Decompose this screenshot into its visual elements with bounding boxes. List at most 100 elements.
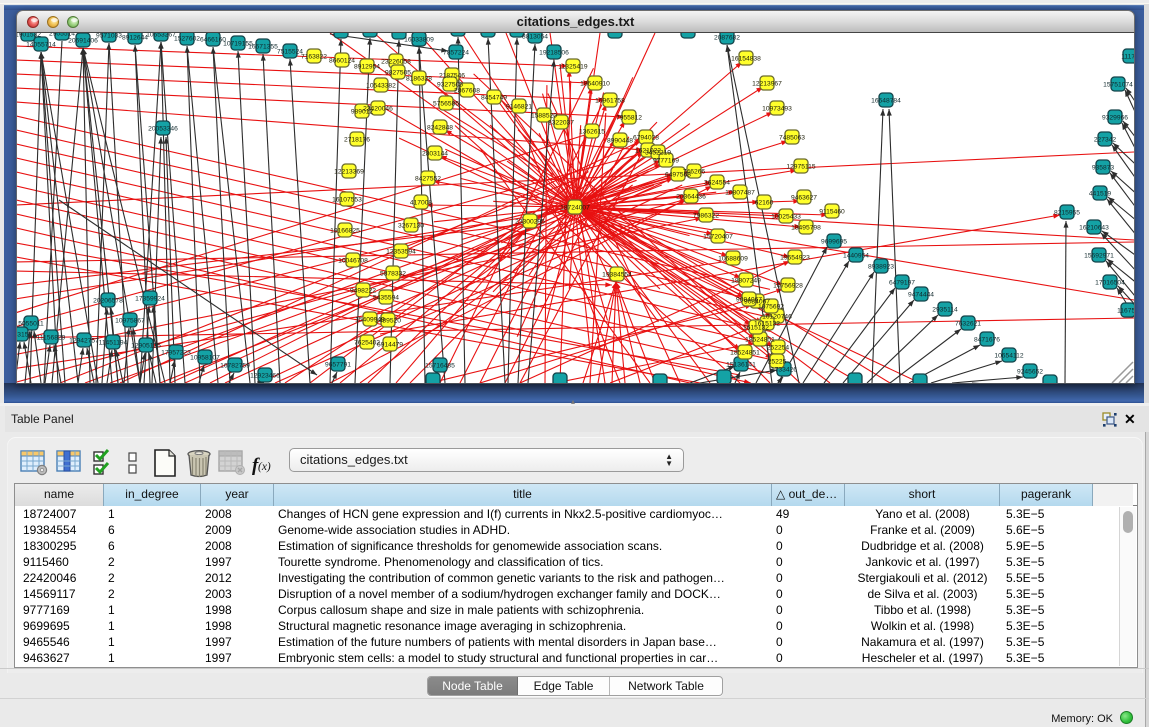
svg-text:8454749: 8454749 [481, 95, 507, 102]
svg-text:17957223: 17957223 [161, 350, 191, 357]
svg-text:10756928: 10756928 [773, 283, 803, 290]
svg-text:11156829: 11156829 [37, 335, 66, 342]
svg-text:10046708: 10046708 [338, 258, 368, 265]
svg-text:11325419: 11325419 [558, 64, 588, 71]
svg-text:9329966: 9329966 [1102, 115, 1128, 122]
svg-text:25225: 25225 [768, 359, 787, 366]
svg-text:8660124: 8660124 [329, 58, 355, 65]
svg-text:6914479: 6914479 [377, 342, 403, 349]
svg-text:7515524: 7515524 [277, 49, 303, 56]
svg-text:935873: 935873 [1092, 165, 1115, 172]
svg-text:(x): (x) [258, 461, 271, 473]
svg-text:9777169: 9777169 [653, 158, 679, 165]
svg-text:9084067: 9084067 [736, 297, 762, 304]
svg-text:19218506: 19218506 [539, 50, 569, 57]
svg-text:12353594: 12353594 [386, 249, 416, 256]
svg-text:11451194: 11451194 [99, 340, 128, 347]
svg-text:393157: 393157 [17, 332, 32, 339]
svg-text:9571033: 9571033 [96, 33, 122, 40]
svg-text:8471676: 8471676 [974, 337, 1000, 344]
svg-text:12213967: 12213967 [752, 81, 782, 88]
svg-text:23226058: 23226058 [381, 59, 411, 66]
svg-text:16210643: 16210643 [1079, 225, 1109, 232]
svg-text:2803144: 2803144 [422, 151, 448, 158]
svg-text:7986322: 7986322 [693, 213, 719, 220]
svg-text:17016504: 17016504 [1095, 280, 1125, 287]
svg-text:18807249: 18807249 [731, 278, 761, 285]
svg-text:18724007: 18724007 [560, 205, 590, 212]
svg-text:1615132: 1615132 [743, 325, 769, 332]
svg-text:23300295: 23300295 [515, 219, 545, 226]
svg-text:10654112: 10654112 [994, 353, 1024, 360]
svg-text:7955812: 7955812 [616, 115, 642, 122]
svg-text:1901532: 1901532 [17, 33, 41, 39]
svg-text:12905135: 12905135 [131, 343, 161, 350]
svg-text:1489520: 1489520 [375, 318, 401, 325]
svg-text:5878332: 5878332 [380, 271, 406, 278]
svg-text:8322037: 8322037 [548, 120, 574, 127]
svg-text:12975115: 12975115 [786, 164, 816, 171]
svg-text:9699695: 9699695 [821, 239, 847, 246]
svg-text:15692971: 15692971 [1084, 253, 1114, 260]
svg-text:16671355: 16671355 [248, 44, 278, 51]
svg-text:7485063: 7485063 [779, 135, 805, 142]
svg-text:10688609: 10688609 [718, 256, 748, 263]
svg-text:417008: 417008 [410, 200, 433, 207]
svg-text:18495798: 18495798 [791, 225, 821, 232]
svg-text:116753: 116753 [1117, 308, 1134, 315]
svg-text:2935114: 2935114 [932, 307, 958, 314]
svg-text:441519: 441519 [1089, 191, 1112, 198]
svg-text:18524851: 18524851 [730, 350, 760, 357]
svg-text:10653267: 10653267 [146, 33, 176, 39]
svg-text:9146821: 9146821 [506, 104, 532, 111]
svg-text:3452219: 3452219 [645, 150, 671, 157]
svg-text:6794028: 6794028 [633, 135, 659, 142]
svg-text:8427552: 8427552 [415, 176, 441, 183]
svg-text:15716485: 15716485 [425, 363, 455, 370]
svg-text:9115460: 9115460 [819, 209, 845, 216]
svg-text:10025433: 10025433 [771, 214, 801, 221]
svg-text:10975867: 10975867 [115, 318, 145, 325]
svg-text:1527602: 1527602 [174, 36, 200, 43]
svg-text:16782759: 16782759 [220, 363, 250, 370]
svg-text:10973493: 10973493 [762, 106, 792, 113]
svg-text:20053346: 20053346 [148, 126, 178, 133]
svg-text:5756585: 5756585 [433, 101, 459, 108]
svg-text:252254: 252254 [767, 345, 790, 352]
svg-text:989012: 989012 [351, 109, 374, 116]
svg-text:746266: 746266 [683, 169, 706, 176]
svg-text:9498222: 9498222 [350, 288, 376, 295]
svg-text:10543382: 10543382 [366, 83, 396, 90]
svg-text:2187546: 2187546 [439, 73, 465, 80]
svg-text:10807487: 10807487 [725, 190, 755, 197]
svg-text:62160: 62160 [755, 200, 774, 207]
svg-text:1733426: 1733426 [771, 367, 797, 374]
svg-text:2867608: 2867608 [454, 88, 480, 95]
svg-text:16154838: 16154838 [731, 56, 761, 63]
svg-text:18524851: 18524851 [745, 337, 775, 344]
svg-text:8938923: 8938923 [868, 264, 894, 271]
svg-text:12942757: 12942757 [69, 338, 99, 345]
svg-text:1588520: 1588520 [531, 113, 557, 120]
svg-text:7163822: 7163822 [301, 54, 327, 61]
svg-text:20206578: 20206578 [93, 298, 123, 305]
svg-text:15136141: 15136141 [726, 362, 756, 369]
svg-text:9657791: 9657791 [325, 362, 351, 369]
svg-text:8186328: 8186328 [406, 76, 432, 83]
svg-text:15720407: 15720407 [703, 234, 733, 241]
svg-text:8242848: 8242848 [427, 125, 453, 132]
svg-text:3624554: 3624554 [704, 180, 730, 187]
svg-text:3267130: 3267130 [398, 223, 424, 230]
svg-text:18640910: 18640910 [580, 81, 610, 88]
svg-text:2087682: 2087682 [714, 35, 740, 42]
svg-text:20691406: 20691406 [68, 38, 98, 45]
svg-text:9245652: 9245652 [1017, 369, 1043, 376]
svg-text:227342: 227342 [1094, 137, 1117, 144]
svg-text:12213369: 12213369 [334, 169, 364, 176]
svg-text:5055011: 5055011 [18, 321, 44, 328]
svg-text:16961758: 16961758 [595, 98, 625, 105]
svg-text:12923466: 12923466 [250, 373, 280, 380]
svg-text:20364436: 20364436 [676, 194, 706, 201]
svg-text:8813054: 8813054 [522, 34, 548, 41]
svg-text:16648784: 16648784 [871, 98, 901, 105]
